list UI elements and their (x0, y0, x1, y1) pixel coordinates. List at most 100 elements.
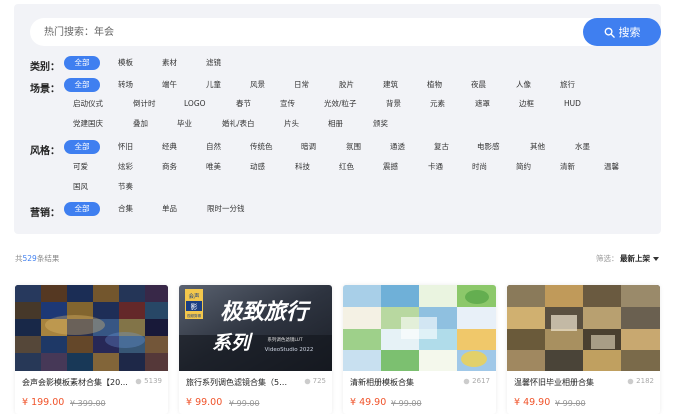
scene-tag[interactable]: 颁奖 (373, 117, 388, 131)
scene-tag[interactable]: 元素 (430, 97, 445, 111)
result-prefix: 共 (15, 254, 23, 263)
style-tag[interactable]: 传统色 (250, 140, 273, 154)
product-title[interactable]: 清新相册模板合集 (350, 377, 458, 388)
style-tag[interactable]: 氛围 (346, 140, 361, 154)
search-input[interactable] (30, 18, 570, 46)
scene-tag[interactable]: LOGO (184, 97, 206, 111)
scene-tag[interactable]: 胶片 (339, 78, 354, 92)
product-thumbnail[interactable] (343, 285, 496, 371)
scene-tag[interactable]: 春节 (236, 97, 251, 111)
style-tag[interactable]: 红色 (339, 160, 354, 174)
scene-tag[interactable]: 毕业 (177, 117, 192, 131)
scene-tag[interactable]: 夜晨 (471, 78, 486, 92)
scene-tag[interactable]: 日常 (294, 78, 309, 92)
category-tag[interactable]: 模板 (118, 56, 133, 70)
product-views: 2617 (463, 377, 490, 385)
scene-tag[interactable]: 片头 (284, 117, 299, 131)
product-original-price: ¥ 99.00 (229, 399, 260, 408)
brand-mid-text: 影 (191, 302, 198, 311)
product-views: 2182 (627, 377, 654, 385)
style-tag[interactable]: 经典 (162, 140, 177, 154)
product-price: ¥ 199.00 (22, 397, 65, 408)
sort-label: 筛选： (596, 254, 619, 263)
scene-tag[interactable]: 边框 (519, 97, 534, 111)
scene-tag[interactable]: 相册 (328, 117, 343, 131)
style-tag[interactable]: 商务 (162, 160, 177, 174)
category-tag[interactable]: 全部 (64, 56, 100, 70)
product-views: 5139 (135, 377, 162, 385)
scene-tag[interactable]: 植物 (427, 78, 442, 92)
style-tag[interactable]: 清新 (560, 160, 575, 174)
style-tag[interactable]: 时尚 (472, 160, 487, 174)
search-button[interactable]: 搜索 (583, 18, 661, 46)
product-price: ¥ 49.90 (514, 397, 551, 408)
eye-icon (463, 378, 470, 384)
product-card[interactable]: 会声 影 视频剪辑 极致旅行 系列 系列调色滤镜LUT VideoStudio … (179, 285, 332, 414)
marketing-tag[interactable]: 限时一分钱 (207, 202, 245, 216)
product-title[interactable]: 会声会影模板素材合集【20... (22, 377, 130, 388)
category-tag[interactable]: 滤镜 (206, 56, 221, 70)
scene-tag[interactable]: 风景 (250, 78, 265, 92)
style-tag[interactable]: 怀旧 (118, 140, 133, 154)
style-tag[interactable]: 复古 (434, 140, 449, 154)
style-tag[interactable]: 简约 (516, 160, 531, 174)
brand-top-text: 会声 (188, 292, 200, 300)
scene-tag[interactable]: 宣传 (280, 97, 295, 111)
marketing-tag[interactable]: 单品 (162, 202, 177, 216)
product-view-count: 2617 (472, 377, 490, 385)
scene-tag[interactable]: 遮罩 (475, 97, 490, 111)
product-thumbnail[interactable]: 会声 影 视频剪辑 极致旅行 系列 系列调色滤镜LUT VideoStudio … (179, 285, 332, 371)
scene-tag[interactable]: 转场 (118, 78, 133, 92)
style-tag[interactable]: 卡通 (428, 160, 443, 174)
result-suffix: 条结果 (36, 254, 60, 263)
style-tag[interactable]: 节奏 (118, 180, 133, 194)
marketing-tag[interactable]: 合集 (118, 202, 133, 216)
product-thumbnail[interactable] (15, 285, 168, 371)
scene-tag[interactable]: HUD (564, 97, 581, 111)
style-tag[interactable]: 自然 (206, 140, 221, 154)
product-card[interactable]: 会声会影模板素材合集【20... 5139 ¥ 199.00 ¥ 399.00 (15, 285, 168, 414)
sort-dropdown[interactable]: 最新上架 (620, 253, 659, 264)
scene-tag[interactable]: 党建国庆 (73, 117, 103, 131)
scene-tag[interactable]: 端午 (162, 78, 177, 92)
product-thumbnail[interactable] (507, 285, 660, 371)
style-tag[interactable]: 暗调 (301, 140, 316, 154)
scene-tag[interactable]: 倒计时 (133, 97, 156, 111)
scene-tag[interactable]: 背景 (386, 97, 401, 111)
style-tag[interactable]: 通透 (390, 140, 405, 154)
scene-tag[interactable]: 建筑 (383, 78, 398, 92)
product-original-price: ¥ 99.00 (555, 399, 586, 408)
product-title[interactable]: 温馨怀旧毕业相册合集 (514, 377, 622, 388)
style-tag[interactable]: 唯美 (206, 160, 221, 174)
style-tag[interactable]: 炫彩 (118, 160, 133, 174)
product-title[interactable]: 旅行系列调色滤镜合集（5款... (186, 377, 294, 388)
marketing-tag[interactable]: 全部 (64, 202, 100, 216)
search-icon (604, 27, 615, 38)
product-card[interactable]: 温馨怀旧毕业相册合集 2182 ¥ 49.90 ¥ 99.00 (507, 285, 660, 414)
style-tag[interactable]: 电影感 (477, 140, 500, 154)
product-original-price: ¥ 99.00 (391, 399, 422, 408)
thumb-tag-text: 系列调色滤镜LUT (267, 336, 303, 343)
scene-tag[interactable]: 旅行 (560, 78, 575, 92)
style-tag[interactable]: 可爱 (73, 160, 88, 174)
category-tag[interactable]: 素材 (162, 56, 177, 70)
style-tag[interactable]: 震撼 (383, 160, 398, 174)
scene-tag[interactable]: 儿童 (206, 78, 221, 92)
scene-tag[interactable]: 全部 (64, 78, 100, 92)
style-tag[interactable]: 科技 (295, 160, 310, 174)
style-tag[interactable]: 水墨 (575, 140, 590, 154)
style-tag[interactable]: 其他 (530, 140, 545, 154)
sort-value: 最新上架 (620, 254, 650, 263)
scene-tag[interactable]: 启动仪式 (73, 97, 103, 111)
style-tag[interactable]: 全部 (64, 140, 100, 154)
scene-tag[interactable]: 光效/粒子 (324, 97, 357, 111)
product-views: 725 (304, 377, 326, 385)
eye-icon (627, 378, 634, 384)
product-card[interactable]: 清新相册模板合集 2617 ¥ 49.90 ¥ 99.00 (343, 285, 496, 414)
style-tag[interactable]: 动感 (250, 160, 265, 174)
scene-tag[interactable]: 人像 (516, 78, 531, 92)
style-tag[interactable]: 温馨 (604, 160, 619, 174)
scene-tag[interactable]: 叠加 (133, 117, 148, 131)
style-tag[interactable]: 国风 (73, 180, 88, 194)
scene-tag[interactable]: 婚礼/表白 (222, 117, 255, 131)
